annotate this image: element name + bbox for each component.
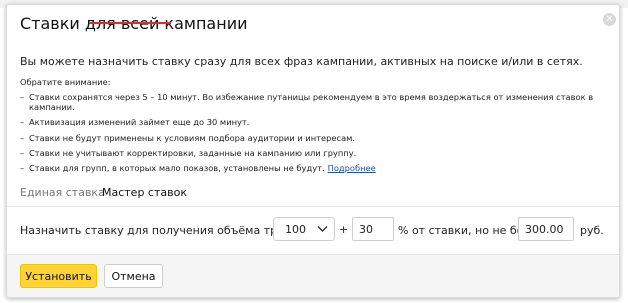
close-icon[interactable]: ✕ <box>603 13 616 26</box>
rate-row: Назначить ставку для получения объёма тр… <box>7 207 619 254</box>
cancel-button[interactable]: Отмена <box>104 264 163 288</box>
apply-button[interactable]: Установить <box>20 264 97 288</box>
active-tab-indicator <box>89 22 171 24</box>
traffic-volume-select[interactable]: 100 <box>273 217 335 241</box>
dialog-footer: Установить Отмена <box>7 254 619 297</box>
intro-text: Вы можете назначить ставку сразу для все… <box>20 55 583 68</box>
rate-label: Назначить ставку для получения объёма тр… <box>20 224 314 237</box>
plus-sign: + <box>339 223 349 236</box>
notice-heading: Обратите внимание: <box>20 77 111 87</box>
notice-item: – Ставки для групп, в которых мало показо… <box>20 163 376 174</box>
more-link[interactable]: Подробнее <box>328 163 376 173</box>
notice-item: – Ставки сохранятся через 5 – 10 минут. В… <box>20 92 594 113</box>
max-bid-input[interactable] <box>518 217 574 241</box>
percent-input[interactable] <box>352 217 394 241</box>
notice-item: – Ставки не учитывают корректировки, зада… <box>20 147 357 158</box>
notice-item: – Ставки не будут применены к условиям по… <box>20 132 356 143</box>
notice-list: – Ставки сохранятся через 5 – 10 минут. В… <box>20 92 605 178</box>
tab-single-bid[interactable]: Единая ставка <box>20 186 105 199</box>
currency-label: руб. <box>580 224 604 237</box>
chevron-down-icon <box>317 226 328 232</box>
campaign-bids-dialog: Ставки для всей кампании ✕ Вы можете наз… <box>6 4 620 298</box>
tab-bid-wizard[interactable]: Мастер ставок <box>102 186 187 199</box>
traffic-volume-value: 100 <box>285 223 306 236</box>
notice-item: – Активизация изменений займет еще до 30 … <box>20 117 250 128</box>
